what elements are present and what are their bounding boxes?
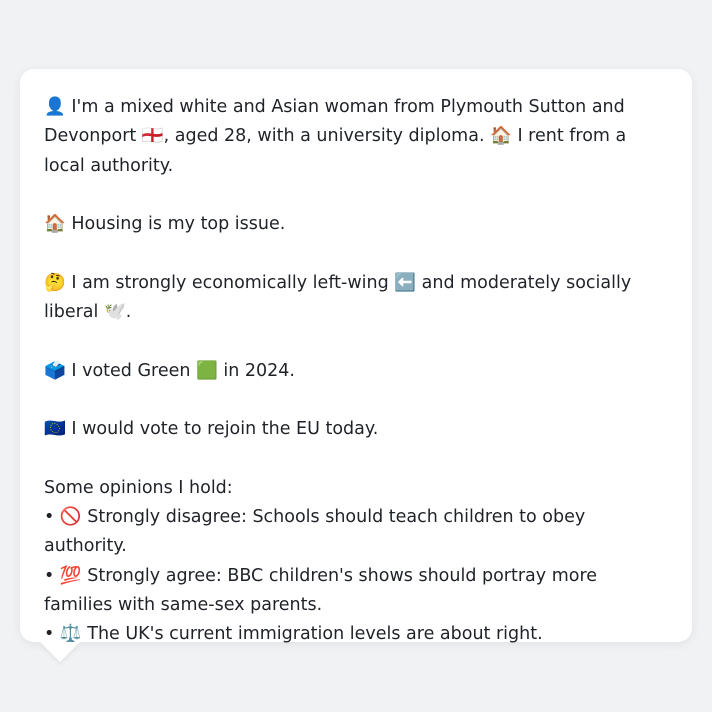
left-arrow-icon: ⬅️	[394, 272, 417, 293]
vote-paragraph: 🗳️ I voted Green 🟩 in 2024.	[44, 357, 668, 386]
eu-text: I would vote to rejoin the EU today.	[65, 419, 379, 440]
issue-paragraph: 🏠 Housing is my top issue.	[44, 210, 668, 239]
ballot-box-icon: 🗳️	[44, 360, 66, 381]
stance-paragraph: 🤔 I am strongly economically left-wing ⬅…	[44, 269, 668, 328]
house-icon: 🏠	[490, 126, 512, 147]
dove-icon: 🕊️	[103, 302, 126, 323]
bullet: •	[44, 565, 60, 586]
opinion-text: Strongly disagree: Schools should teach …	[44, 507, 586, 557]
bullet: •	[44, 507, 60, 528]
eu-paragraph: 🇪🇺 I would vote to rejoin the EU today.	[44, 415, 668, 444]
hundred-points-icon: 💯	[59, 565, 82, 586]
vote-text-2: in 2024.	[217, 360, 295, 381]
eu-flag-icon: 🇪🇺	[44, 419, 66, 440]
thinking-face-icon: 🤔	[44, 272, 66, 293]
bubble-tail	[40, 642, 80, 662]
prohibited-icon: 🚫	[59, 507, 82, 528]
opinion-item: • 💯 Strongly agree: BBC children's shows…	[44, 562, 668, 621]
message-bubble: 👤 I'm a mixed white and Asian woman from…	[20, 69, 692, 644]
vote-text-1: I voted Green	[65, 360, 197, 381]
opinion-item: • ⚖️ The UK's current immigration levels…	[44, 620, 668, 649]
england-flag-icon: 🏴󠁧󠁢󠁥󠁮󠁧󠁿	[141, 126, 164, 147]
intro-text-2: , aged 28, with a university diploma.	[163, 126, 491, 147]
opinion-item: • 🚫 Strongly disagree: Schools should te…	[44, 503, 668, 562]
issue-text: Housing is my top issue.	[65, 214, 286, 235]
stance-text-1: I am strongly economically left-wing	[65, 272, 395, 293]
person-icon: 👤	[44, 97, 66, 117]
stance-text-3: .	[125, 302, 132, 323]
intro-paragraph: 👤 I'm a mixed white and Asian woman from…	[44, 93, 668, 181]
opinion-text: Strongly agree: BBC children's shows sho…	[44, 565, 598, 616]
opinions-heading: Some opinions I hold:	[44, 477, 233, 498]
opinion-text: The UK's current immigration levels are …	[81, 624, 543, 645]
house-icon: 🏠	[44, 214, 66, 235]
green-square-icon: 🟩	[196, 360, 218, 381]
